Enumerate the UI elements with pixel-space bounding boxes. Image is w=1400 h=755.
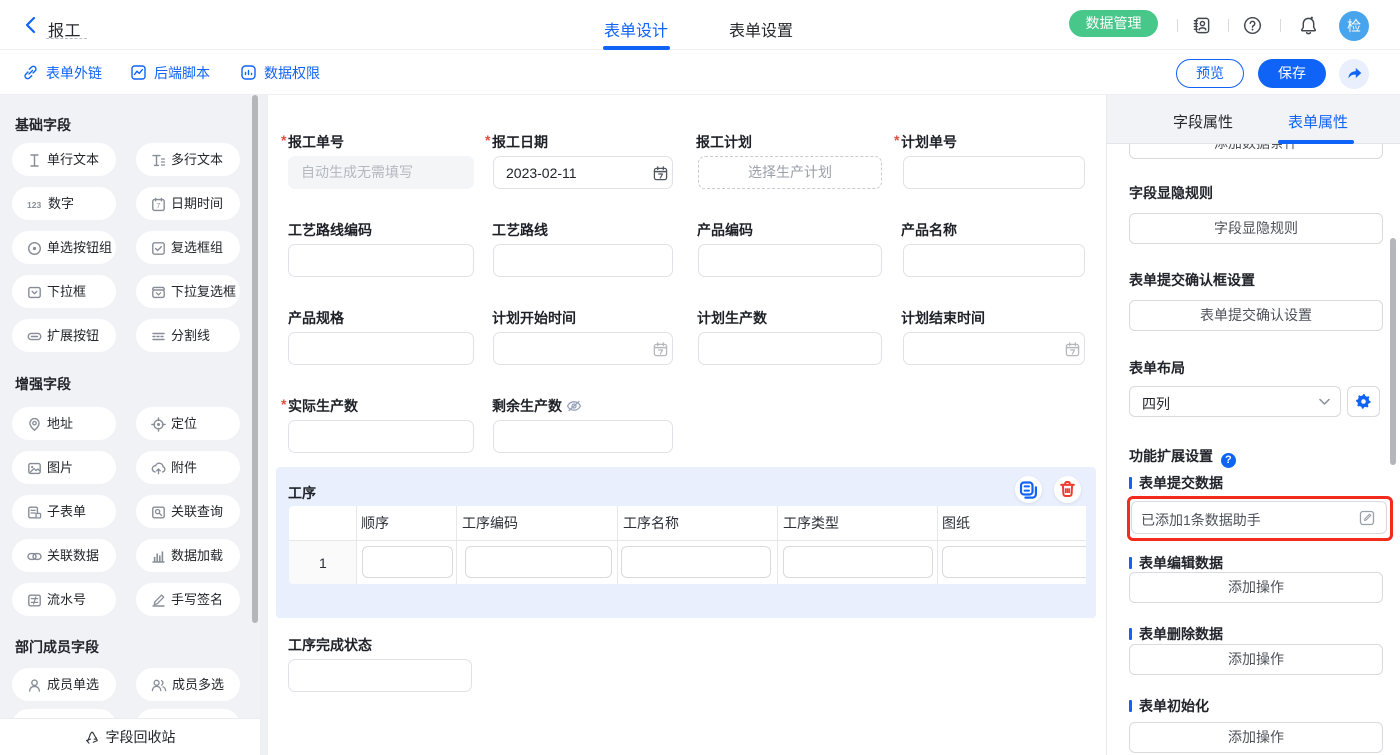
svg-text:123: 123 — [27, 200, 41, 210]
svg-text:7: 7 — [156, 203, 160, 210]
